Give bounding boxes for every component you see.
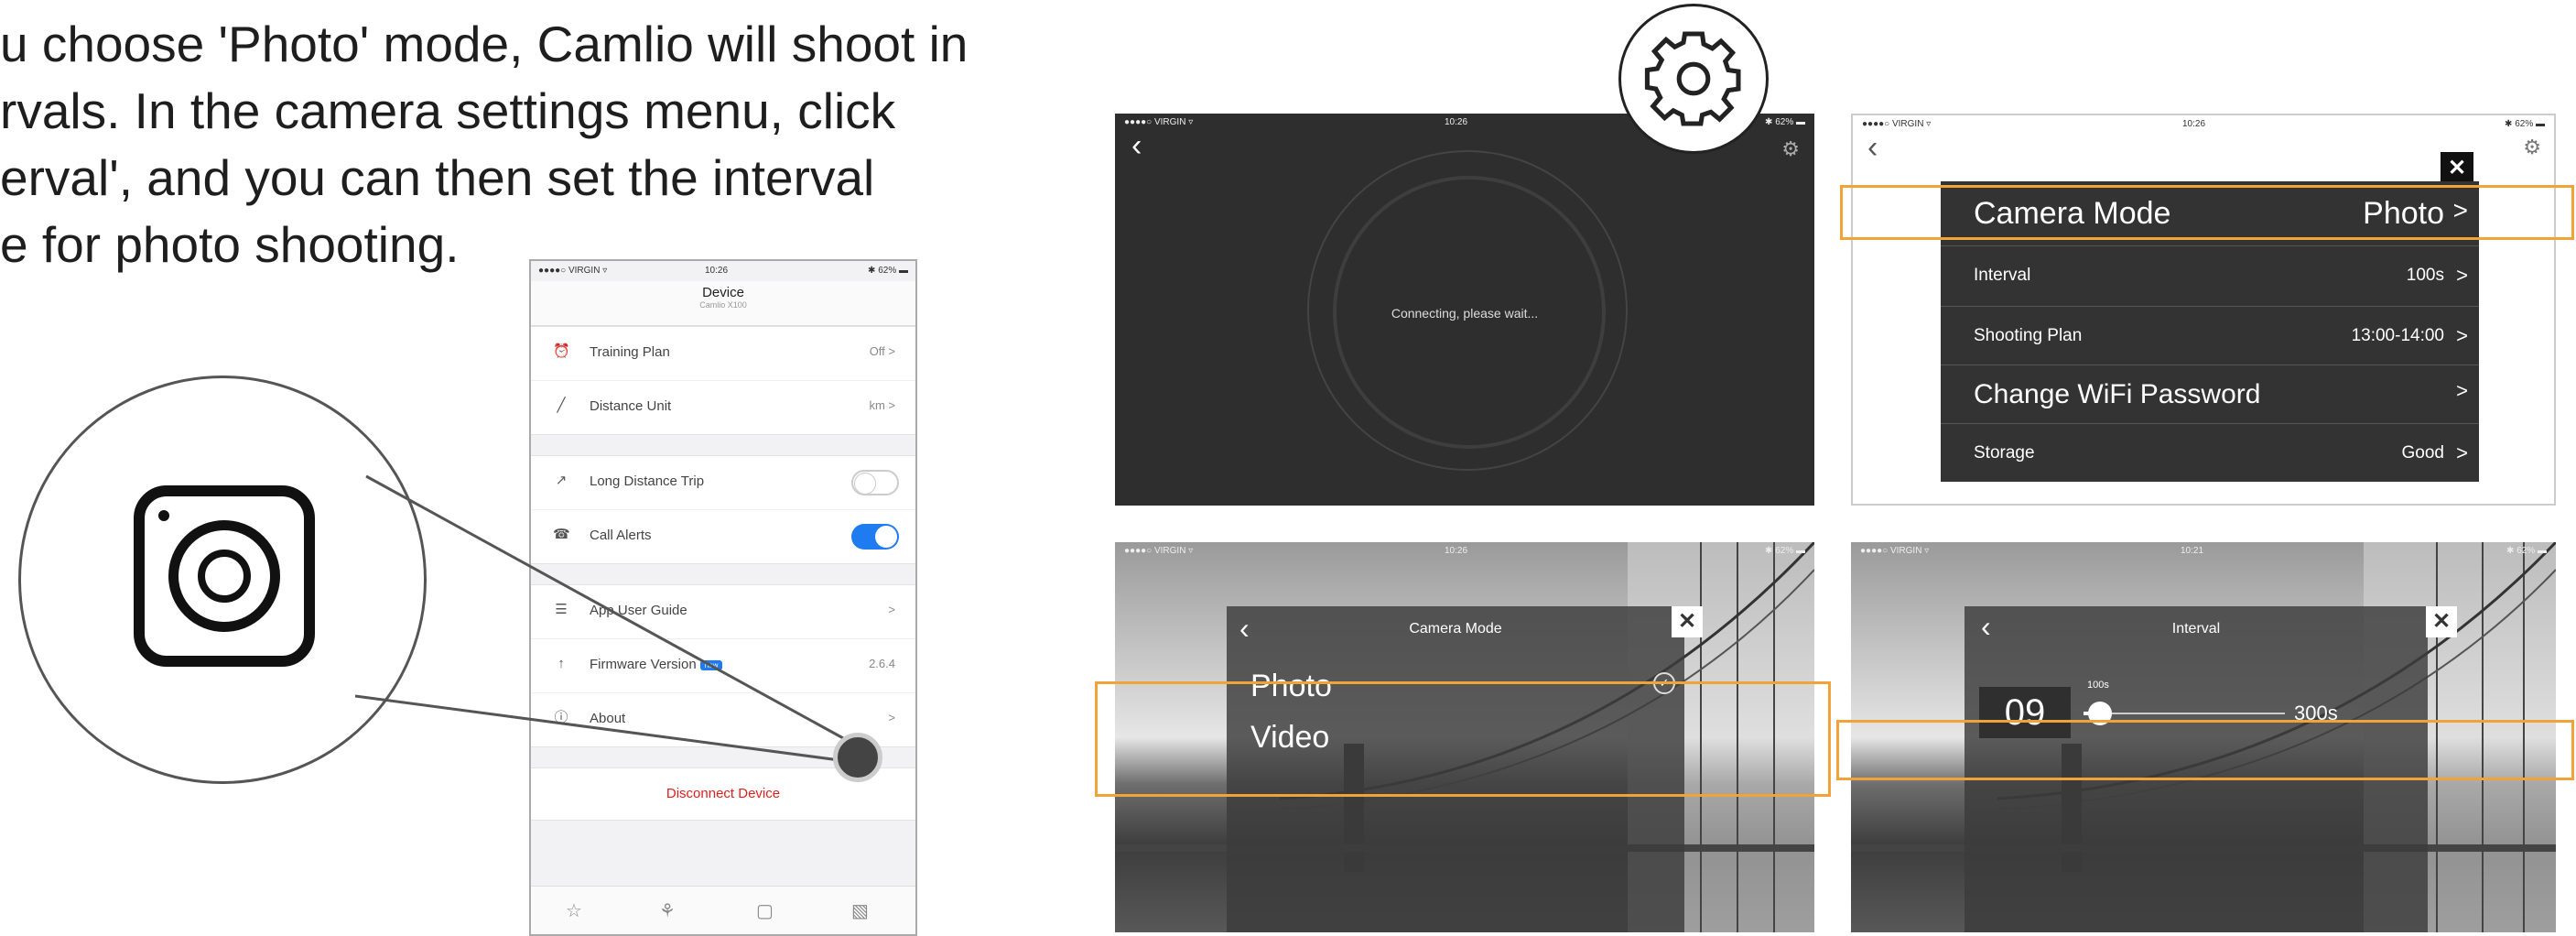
camera-lens-inner bbox=[198, 550, 251, 603]
setting-call-alerts: ☎ Call Alerts bbox=[531, 510, 915, 563]
instruction-line: erval', and you can then set the interva… bbox=[0, 149, 875, 206]
close-button[interactable]: ✕ bbox=[2441, 152, 2473, 185]
page-subtitle: Camlio X100 bbox=[699, 300, 747, 310]
menu-label: Storage bbox=[1974, 443, 2035, 463]
device-icon[interactable]: ▧ bbox=[851, 899, 869, 922]
instruction-text: u choose 'Photo' mode, Camlio will shoot… bbox=[0, 11, 1044, 278]
setting-label: Long Distance Trip bbox=[590, 473, 705, 489]
status-carrier: ●●●●○ VIRGIN ▿ bbox=[538, 266, 608, 276]
menu-item-shooting-plan[interactable]: Shooting Plan 13:00-14:00 > bbox=[1941, 306, 2479, 365]
status-battery: ✱ 62% ▬ bbox=[868, 266, 908, 276]
status-bar: ●●●●○ VIRGIN ▿ 10:26 ✱ 62% ▬ bbox=[531, 261, 915, 281]
highlight-interval-slider bbox=[1836, 720, 2574, 780]
back-button[interactable]: ‹ bbox=[1131, 128, 1142, 164]
setting-value: 2.6.4 bbox=[869, 657, 895, 670]
instruction-line: rvals. In the camera settings menu, clic… bbox=[0, 82, 896, 139]
status-bar: ●●●●○ VIRGIN ▿ 10:26 ✱ 62% ▬ bbox=[1124, 546, 1805, 556]
highlight-camera-mode bbox=[1840, 185, 2574, 240]
status-bar: ●●●●○ VIRGIN ▿ 10:21 ✱ 62% ▬ bbox=[1860, 546, 2547, 556]
connecting-message: Connecting, please wait... bbox=[1391, 306, 1539, 321]
setting-user-guide[interactable]: ☰ App User Guide > bbox=[531, 585, 915, 639]
gear-icon bbox=[1644, 31, 1741, 126]
setting-value: Off > bbox=[869, 344, 895, 358]
route-icon: ↗ bbox=[555, 473, 568, 488]
status-bar: ●●●●○ VIRGIN ▿ 10:26 ✱ 62% ▬ bbox=[1862, 119, 2545, 129]
setting-distance-unit[interactable]: ╱ Distance Unit km > bbox=[531, 381, 915, 434]
highlight-mode-options bbox=[1095, 681, 1831, 797]
bike-icon[interactable]: ⚘ bbox=[659, 899, 676, 922]
long-distance-toggle[interactable] bbox=[851, 470, 899, 495]
setting-firmware[interactable]: ↑ Firmware Version new 2.6.4 bbox=[531, 639, 915, 693]
dialog-title: Camera Mode bbox=[1409, 621, 1502, 637]
setting-label: Firmware Version new bbox=[590, 657, 723, 672]
ruler-icon: ╱ bbox=[557, 397, 566, 413]
gear-icon[interactable]: ⚙ bbox=[1781, 137, 1800, 161]
menu-value: 100s bbox=[2406, 266, 2444, 285]
call-alerts-toggle[interactable] bbox=[851, 524, 899, 550]
setting-label: App User Guide bbox=[590, 603, 687, 618]
book-icon: ☰ bbox=[555, 602, 568, 617]
chevron-right-icon: > bbox=[2456, 379, 2468, 402]
setting-value: > bbox=[888, 603, 895, 616]
camera-flash-dot bbox=[158, 510, 169, 521]
menu-label: Change WiFi Password bbox=[1974, 379, 2261, 409]
setting-training-plan[interactable]: ⏰ Training Plan Off > bbox=[531, 327, 915, 381]
camera-icon bbox=[134, 485, 315, 667]
settings-group: ⏰ Training Plan Off > ╱ Distance Unit km… bbox=[531, 326, 915, 435]
new-badge: new bbox=[699, 659, 723, 670]
dialog-title: Interval bbox=[2171, 621, 2221, 637]
menu-label: Shooting Plan bbox=[1974, 326, 2083, 345]
info-icon: ⓘ bbox=[554, 710, 568, 725]
setting-value: km > bbox=[869, 398, 895, 412]
menu-item-change-wifi[interactable]: Change WiFi Password > bbox=[1941, 365, 2479, 424]
menu-item-storage[interactable]: Storage Good > bbox=[1941, 423, 2479, 482]
setting-label: Call Alerts bbox=[590, 528, 652, 543]
watch-icon[interactable]: ▢ bbox=[756, 899, 774, 922]
setting-label: Training Plan bbox=[590, 344, 670, 360]
alarm-clock-icon: ⏰ bbox=[553, 343, 570, 359]
close-button[interactable]: ✕ bbox=[1672, 606, 1703, 637]
page-title: Device bbox=[702, 285, 744, 300]
instruction-line: u choose 'Photo' mode, Camlio will shoot… bbox=[0, 16, 969, 72]
menu-value: 13:00-14:00 bbox=[2351, 326, 2444, 345]
setting-label: Distance Unit bbox=[590, 398, 672, 414]
menu-value: Good bbox=[2401, 443, 2444, 463]
setting-long-distance-trip: ↗ Long Distance Trip bbox=[531, 456, 915, 510]
settings-group: ☰ App User Guide > ↑ Firmware Version new… bbox=[531, 584, 915, 747]
gear-icon-callout bbox=[1618, 4, 1769, 154]
back-button[interactable]: ‹ bbox=[1867, 130, 1878, 166]
gear-icon[interactable]: ⚙ bbox=[2523, 136, 2541, 159]
upload-icon: ↑ bbox=[557, 656, 565, 671]
star-icon[interactable]: ☆ bbox=[566, 899, 582, 922]
phone-icon: ☎ bbox=[553, 527, 570, 542]
camera-lens-ring bbox=[168, 520, 280, 632]
close-button[interactable]: ✕ bbox=[2426, 606, 2457, 637]
status-time: 10:26 bbox=[705, 266, 729, 276]
chevron-right-icon: > bbox=[2456, 264, 2468, 287]
device-header: Device Camlio X100 bbox=[531, 281, 915, 326]
chevron-right-icon: > bbox=[2456, 441, 2468, 464]
menu-label: Interval bbox=[1974, 266, 2031, 285]
interval-slider-track[interactable] bbox=[2084, 713, 2285, 714]
setting-value: > bbox=[888, 711, 895, 724]
tab-bar: ☆ ⚘ ▢ ▧ bbox=[531, 886, 915, 934]
chevron-right-icon: > bbox=[2456, 324, 2468, 347]
slider-current-label: 100s bbox=[2087, 680, 2109, 691]
screen-camera-settings: ●●●●○ VIRGIN ▿ 10:26 ✱ 62% ▬ ‹ ⚙ ✕ Camer… bbox=[1851, 114, 2556, 506]
screen-connecting: ●●●●○ VIRGIN ▿ 10:26 ✱ 62% ▬ ‹ Connectin… bbox=[1115, 114, 1814, 506]
settings-group: ↗ Long Distance Trip ☎ Call Alerts bbox=[531, 455, 915, 564]
camera-settings-touch-point[interactable] bbox=[833, 733, 882, 782]
device-settings-phone: ●●●●○ VIRGIN ▿ 10:26 ✱ 62% ▬ Device Caml… bbox=[529, 259, 917, 936]
menu-item-interval[interactable]: Interval 100s > bbox=[1941, 245, 2479, 307]
setting-label: About bbox=[590, 711, 626, 726]
